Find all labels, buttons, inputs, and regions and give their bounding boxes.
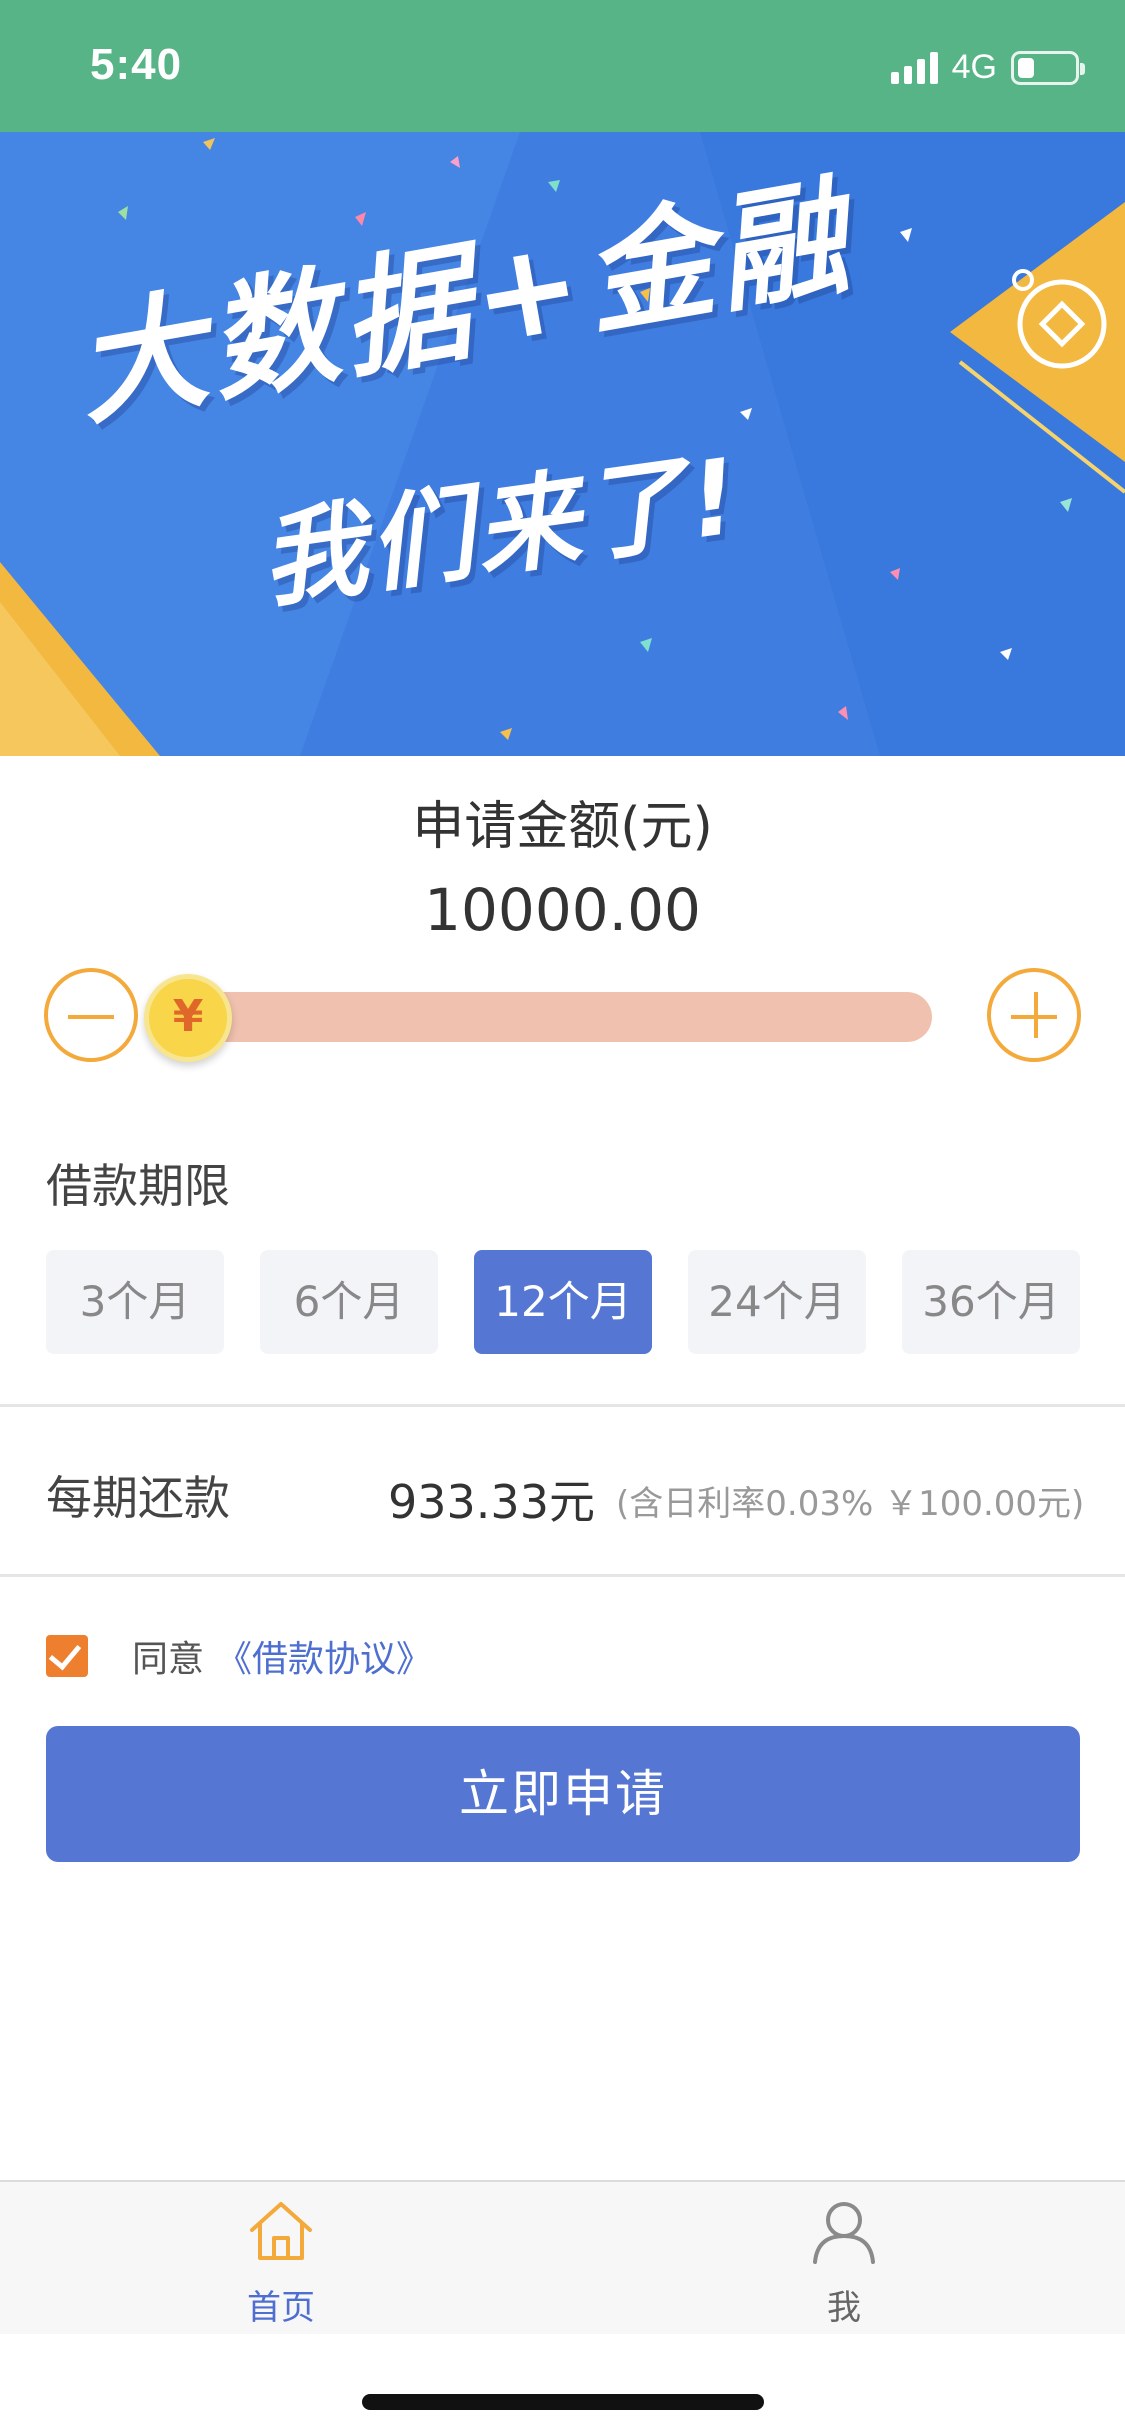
user-icon [813,2202,875,2264]
home-indicator [362,2394,764,2410]
status-bar: 5:40 4G [0,0,1125,132]
term-options: 3个月 6个月 12个月 24个月 36个月 [46,1250,1080,1354]
home-icon [250,2202,312,2260]
amount-slider-row: ¥ [44,962,1081,1066]
divider [0,1404,1125,1407]
network-type: 4G [951,48,997,86]
minus-icon [68,1015,114,1019]
amount-value: 10000.00 [424,876,701,944]
tab-me[interactable]: 我 [694,2182,994,2336]
amount-slider-thumb[interactable]: ¥ [144,974,232,1062]
agree-checkbox[interactable] [46,1635,88,1677]
increase-button[interactable] [987,968,1081,1062]
divider [0,1574,1125,1577]
tab-bar: 首页 我 [0,2180,1125,2334]
signal-icon [890,51,938,84]
tab-home[interactable]: 首页 [131,2182,431,2336]
amount-title: 申请金额(元) [412,797,713,857]
term-option-24[interactable]: 24个月 [688,1250,866,1354]
promo-banner[interactable]: 大数据+金融 我们来了! [0,132,1125,756]
agree-text: 同意 [132,1639,205,1680]
apply-button[interactable]: 立即申请 [46,1726,1080,1862]
term-option-3[interactable]: 3个月 [46,1250,224,1354]
tab-home-label: 首页 [247,2288,315,2328]
tab-me-label: 我 [827,2288,861,2328]
repayment-label: 每期还款 [46,1471,230,1525]
battery-icon [1011,50,1085,85]
status-time: 5:40 [90,40,183,89]
term-option-12[interactable]: 12个月 [474,1250,652,1354]
term-option-36[interactable]: 36个月 [902,1250,1080,1354]
agreement-row: 同意 《借款协议》 [46,1634,432,1680]
repayment-value: 933.33元 [388,1475,595,1529]
amount-slider-track[interactable] [190,992,932,1042]
term-label: 借款期限 [46,1159,230,1213]
decrease-button[interactable] [44,968,138,1062]
term-option-6[interactable]: 6个月 [260,1250,438,1354]
repayment-note: (含日利率0.03% ￥100.00元) [616,1484,1085,1524]
loan-agreement-link[interactable]: 《借款协议》 [216,1630,432,1682]
status-indicators: 4G [890,48,1085,87]
